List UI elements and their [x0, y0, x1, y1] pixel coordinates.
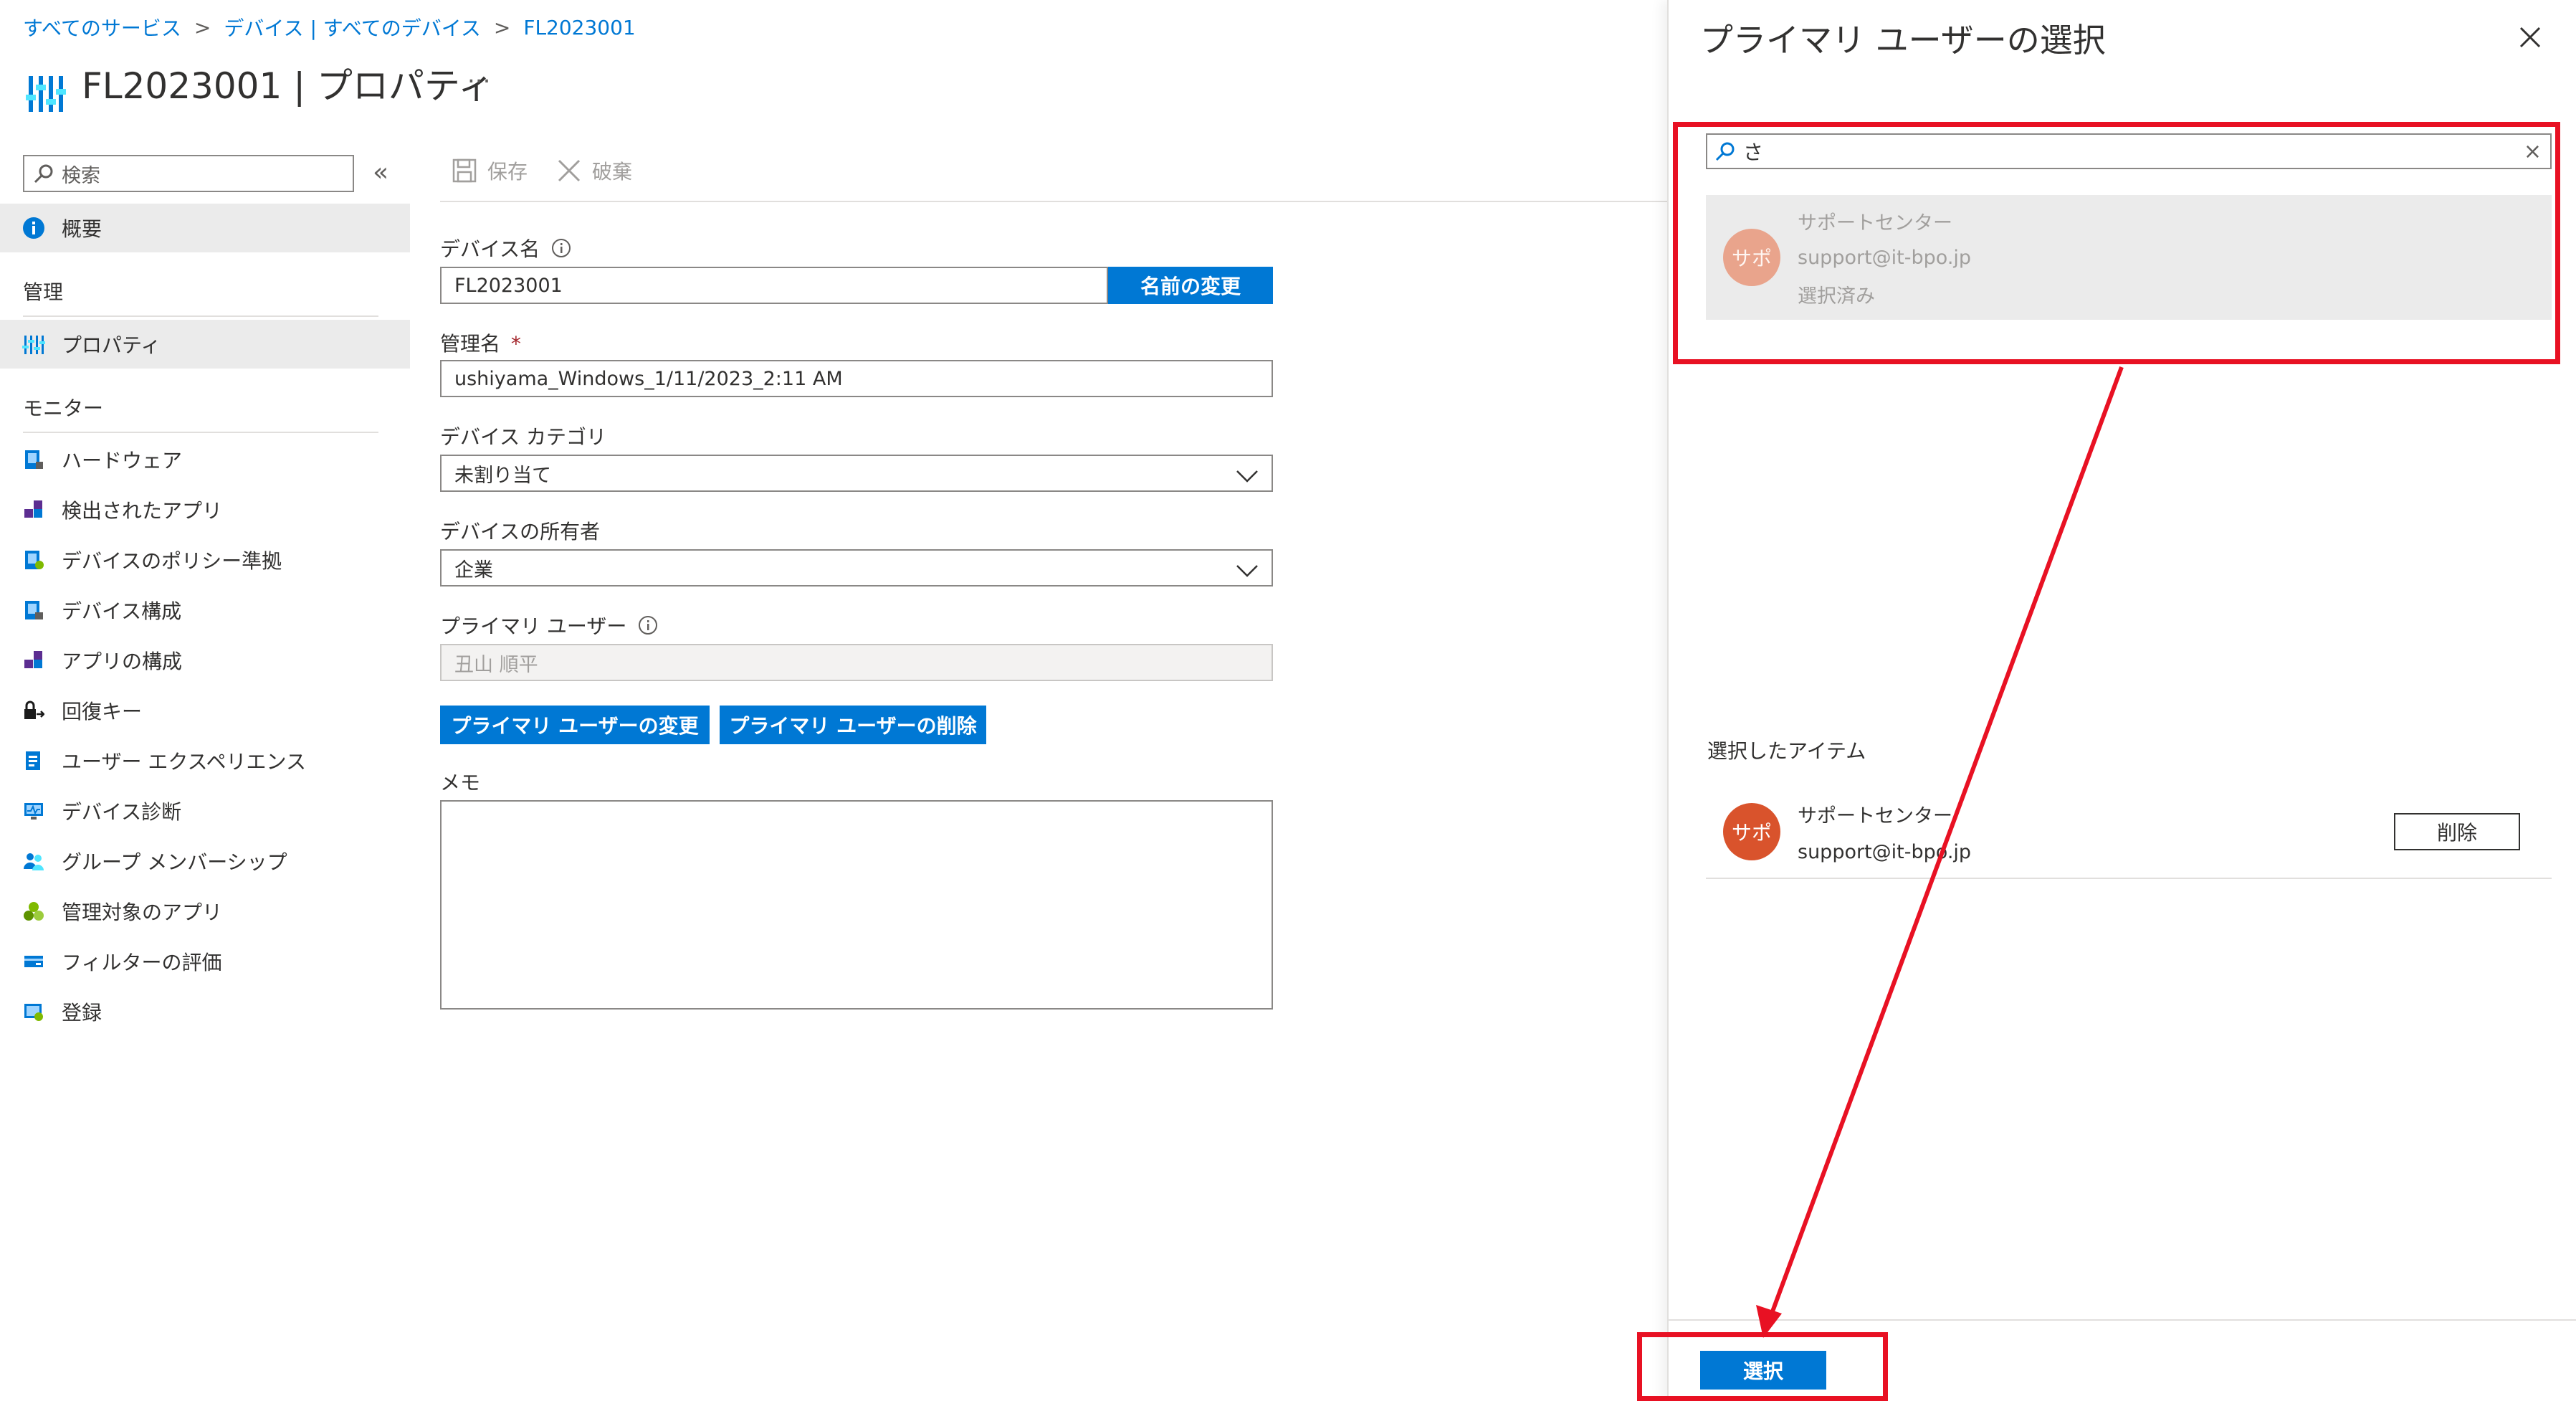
annotation-arrow	[1756, 366, 2124, 1338]
